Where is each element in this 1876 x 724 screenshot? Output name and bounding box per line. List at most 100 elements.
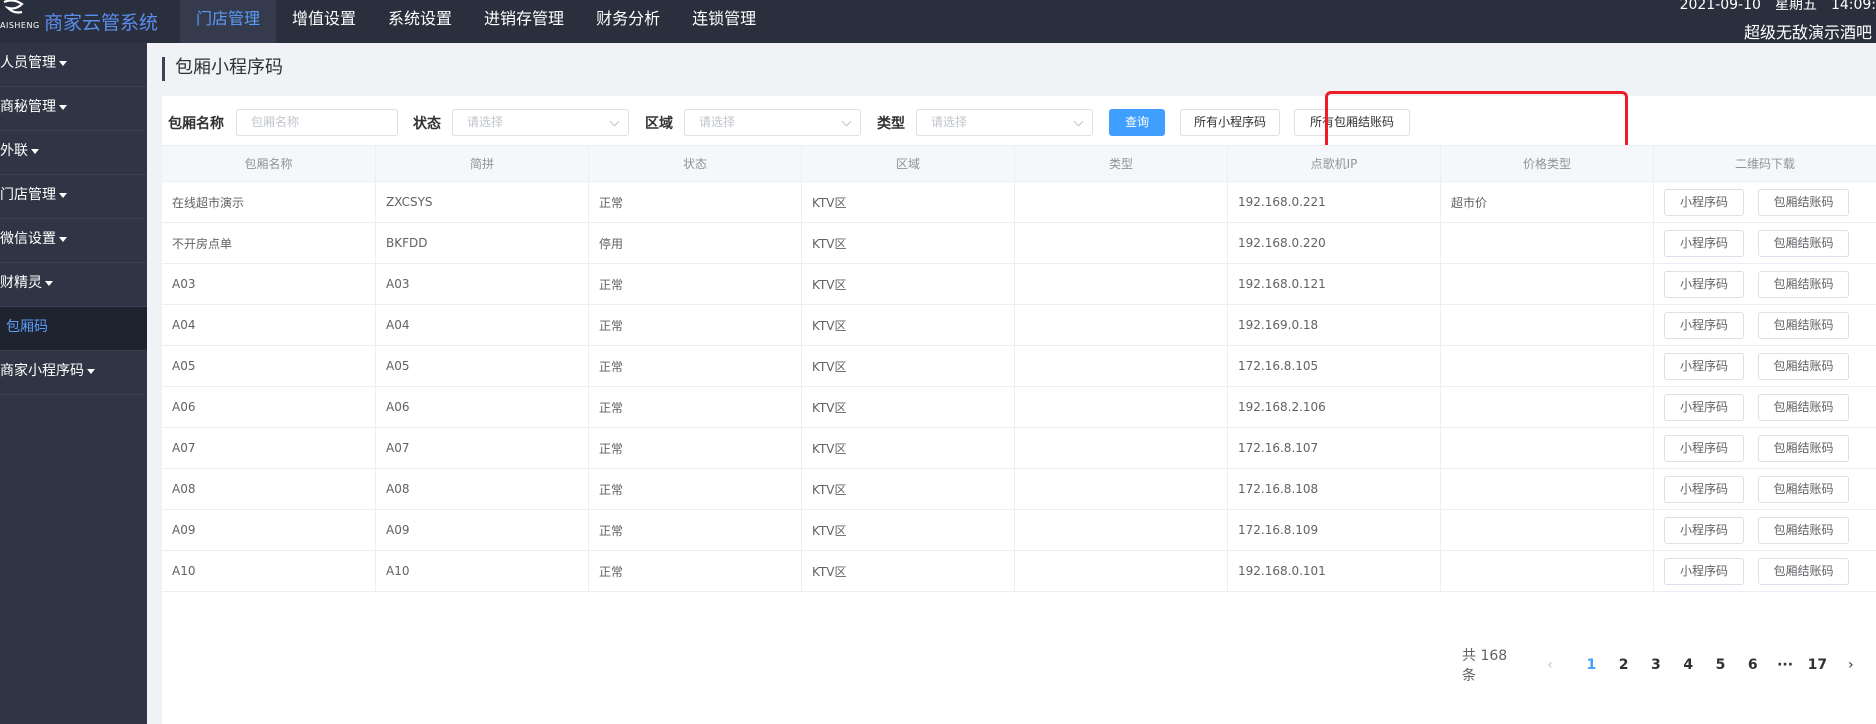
page-number[interactable]: 3 [1640, 657, 1672, 673]
checkout-code-button[interactable]: 包厢结账码 [1758, 352, 1849, 380]
table-row: 在线超市演示 ZXCSYS 正常 KTV区 192.168.0.221 超市价 小程序码 包厢… [162, 182, 1876, 223]
column-header: 状态 [589, 146, 802, 181]
caret-down-icon [59, 236, 67, 242]
cell-status: 正常 [589, 346, 802, 386]
checkout-code-button[interactable]: 包厢结账码 [1758, 557, 1849, 585]
content-panel: 包厢名称 包厢名称 状态 请选择 区域 请选择 类型 请选择 查询 所有小程序码… [162, 91, 1876, 724]
column-header: 点歌机IP [1228, 146, 1441, 181]
mini-code-button[interactable]: 小程序码 [1664, 352, 1744, 380]
page-number[interactable]: 4 [1672, 657, 1704, 673]
nav-item-1[interactable]: 增值设置 [276, 0, 372, 43]
cell-abbr: A10 [376, 551, 589, 591]
page-number[interactable]: 17 [1801, 657, 1833, 673]
table-header-row: 包厢名称 简拼 状态 区域 类型 点歌机IP 价格类型 二维码下载 [162, 146, 1876, 182]
rooms-table: 包厢名称 简拼 状态 区域 类型 点歌机IP 价格类型 二维码下载 在线超市演示 ZXCSYS 正常… [162, 145, 1876, 592]
cell-type [1015, 182, 1228, 222]
sidebar-item-label: 微信设置 [0, 231, 56, 247]
checkout-code-button[interactable]: 包厢结账码 [1758, 434, 1849, 462]
column-header: 价格类型 [1441, 146, 1654, 181]
status-select[interactable]: 请选择 [452, 109, 629, 136]
cell-area: KTV区 [802, 223, 1015, 263]
mini-code-button[interactable]: 小程序码 [1664, 516, 1744, 544]
cell-price-type: 超市价 [1441, 182, 1654, 222]
column-header: 类型 [1015, 146, 1228, 181]
sidebar-item-1[interactable]: 商秘管理 [0, 87, 147, 131]
checkout-code-button[interactable]: 包厢结账码 [1758, 270, 1849, 298]
page-number[interactable]: ··· [1769, 657, 1801, 673]
sidebar: 人员管理商秘管理外联 门店管理微信设置财精灵 包厢码 商家小程序码 [0, 43, 147, 724]
prev-page-icon[interactable]: ‹ [1541, 657, 1559, 673]
cell-area: KTV区 [802, 510, 1015, 550]
mini-code-button[interactable]: 小程序码 [1664, 229, 1744, 257]
mini-code-button[interactable]: 小程序码 [1664, 188, 1744, 216]
search-button[interactable]: 查询 [1109, 109, 1165, 136]
nav-item-4[interactable]: 财务分析 [580, 0, 676, 43]
cell-qr-download: 小程序码 包厢结账码 [1654, 387, 1876, 427]
cell-price-type [1441, 551, 1654, 591]
all-mini-codes-button[interactable]: 所有小程序码 [1180, 109, 1280, 136]
mini-code-button[interactable]: 小程序码 [1664, 311, 1744, 339]
sidebar-item-3[interactable]: 门店管理 [0, 175, 147, 219]
cell-price-type [1441, 510, 1654, 550]
nav-item-0[interactable]: 门店管理 [180, 0, 277, 43]
weekday-text: 星期五 [1774, 0, 1817, 13]
room-name-label: 包厢名称 [168, 116, 224, 132]
cell-status: 正常 [589, 551, 802, 591]
sidebar-item-label: 商秘管理 [0, 99, 56, 115]
page-number[interactable]: 6 [1737, 657, 1769, 673]
pagination-total: 共 168 条 [1462, 648, 1508, 684]
cell-status: 正常 [589, 387, 802, 427]
mini-code-button[interactable]: 小程序码 [1664, 393, 1744, 421]
cell-abbr: A05 [376, 346, 589, 386]
checkout-code-button[interactable]: 包厢结账码 [1758, 229, 1849, 257]
cell-ip: 192.168.2.106 [1228, 387, 1441, 427]
cell-qr-download: 小程序码 包厢结账码 [1654, 551, 1876, 591]
sidebar-item-0[interactable]: 人员管理 [0, 43, 147, 87]
mini-code-button[interactable]: 小程序码 [1664, 557, 1744, 585]
table-row: A05 A05 正常 KTV区 172.16.8.105 小程序码 包厢结账码 [162, 346, 1876, 387]
cell-qr-download: 小程序码 包厢结账码 [1654, 223, 1876, 263]
next-page-icon[interactable]: › [1842, 657, 1860, 673]
cell-price-type [1441, 264, 1654, 304]
main-content: 包厢小程序码 包厢名称 包厢名称 状态 请选择 区域 请选择 类型 请选择 查询… [147, 43, 1876, 724]
sidebar-item-2[interactable]: 外联 [0, 131, 147, 175]
nav-item-5[interactable]: 连锁管理 [676, 0, 772, 43]
cell-ip: 192.168.0.221 [1228, 182, 1441, 222]
sidebar-item-7[interactable]: 商家小程序码 [0, 351, 147, 395]
cell-status: 停用 [589, 223, 802, 263]
shop-name[interactable]: 超级无敌演示酒吧 [1744, 19, 1872, 43]
cell-type [1015, 223, 1228, 263]
mini-code-button[interactable]: 小程序码 [1664, 434, 1744, 462]
checkout-code-button[interactable]: 包厢结账码 [1758, 311, 1849, 339]
cell-name: A09 [162, 510, 376, 550]
area-select[interactable]: 请选择 [684, 109, 861, 136]
checkout-code-button[interactable]: 包厢结账码 [1758, 516, 1849, 544]
cell-status: 正常 [589, 182, 802, 222]
checkout-code-button[interactable]: 包厢结账码 [1758, 188, 1849, 216]
cell-name: 在线超市演示 [162, 182, 376, 222]
checkout-code-button[interactable]: 包厢结账码 [1758, 475, 1849, 503]
nav-item-2[interactable]: 系统设置 [372, 0, 468, 43]
cell-type [1015, 346, 1228, 386]
mini-code-button[interactable]: 小程序码 [1664, 475, 1744, 503]
page-number[interactable]: 1 [1575, 657, 1607, 673]
page-number[interactable]: 5 [1704, 657, 1736, 673]
cell-ip: 192.168.0.101 [1228, 551, 1441, 591]
page-number[interactable]: 2 [1607, 657, 1639, 673]
type-label: 类型 [877, 116, 905, 132]
checkout-code-button[interactable]: 包厢结账码 [1758, 393, 1849, 421]
nav-item-3[interactable]: 进销存管理 [468, 0, 580, 43]
sidebar-item-5[interactable]: 财精灵 [0, 263, 147, 307]
type-select[interactable]: 请选择 [916, 109, 1093, 136]
cell-type [1015, 387, 1228, 427]
brand-title: 商家云管系统 [44, 12, 159, 34]
column-header: 二维码下载 [1734, 157, 1795, 171]
cell-name: A03 [162, 264, 376, 304]
room-name-input[interactable]: 包厢名称 [236, 109, 398, 136]
sidebar-item-6[interactable]: 包厢码 [0, 307, 147, 351]
mini-code-button[interactable]: 小程序码 [1664, 270, 1744, 298]
cell-abbr: A06 [376, 387, 589, 427]
cell-abbr: A04 [376, 305, 589, 345]
column-header: 区域 [802, 146, 1015, 181]
sidebar-item-4[interactable]: 微信设置 [0, 219, 147, 263]
